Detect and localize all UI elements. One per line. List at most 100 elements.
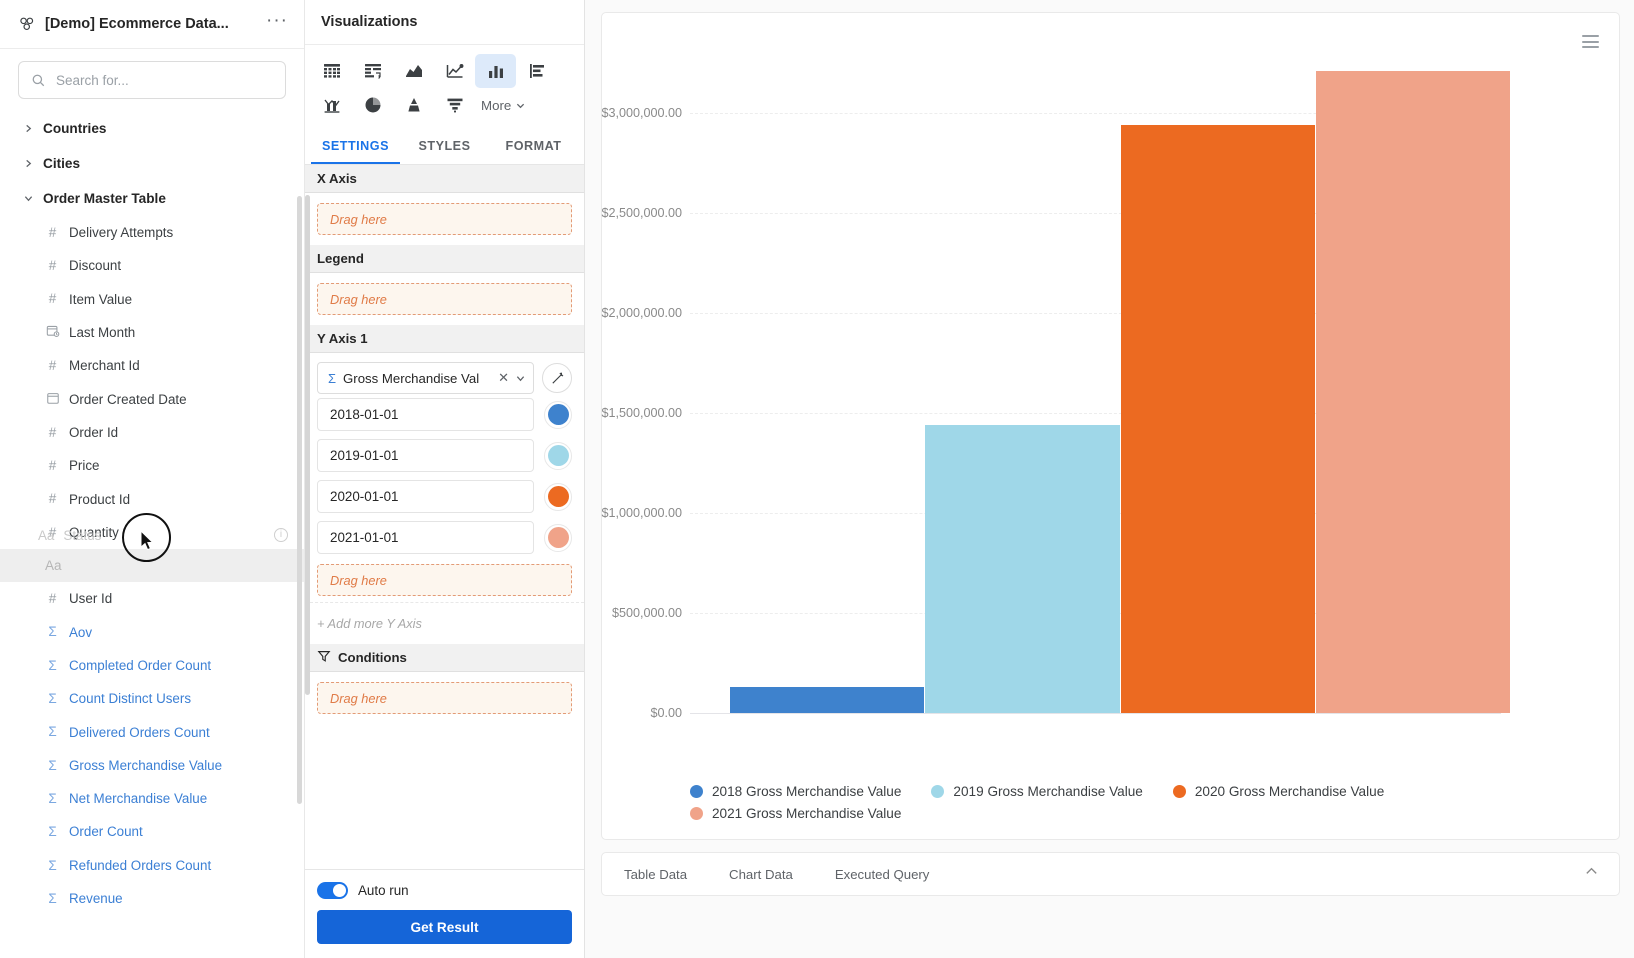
field-discount[interactable]: #Discount xyxy=(0,249,304,282)
series-value-2020[interactable]: 2020-01-01 xyxy=(317,480,534,513)
color-swatch xyxy=(548,527,569,548)
series-value-2018[interactable]: 2018-01-01 xyxy=(317,398,534,431)
field-user-id[interactable]: #User Id xyxy=(0,582,304,615)
chart-type-line-chart[interactable] xyxy=(434,54,475,88)
auto-run-toggle[interactable] xyxy=(317,882,348,899)
search-input[interactable] xyxy=(56,73,273,88)
chart-type-table[interactable] xyxy=(311,54,352,88)
bar-2[interactable] xyxy=(1121,125,1315,713)
field-refunded-orders-count[interactable]: ΣRefunded Orders Count xyxy=(0,849,304,882)
close-icon[interactable]: ✕ xyxy=(498,370,509,386)
field-merchant-id[interactable]: #Merchant Id xyxy=(0,349,304,382)
dataset-sidebar: [Demo] Ecommerce Data... ··· Countries C… xyxy=(0,0,305,958)
chart-type-area-chart[interactable] xyxy=(393,54,434,88)
conditions-dropzone[interactable]: Drag here xyxy=(317,682,572,714)
info-icon[interactable]: i xyxy=(274,528,288,542)
field-revenue[interactable]: ΣRevenue xyxy=(0,882,304,915)
tree-group-cities[interactable]: Cities xyxy=(0,146,304,181)
legend-item-2018[interactable]: 2018 Gross Merchandise Value xyxy=(690,784,901,799)
field-aov[interactable]: ΣAov xyxy=(0,616,304,649)
x-axis-body: Drag here xyxy=(305,193,584,245)
series-color-2019[interactable] xyxy=(544,442,572,470)
field-label: Product Id xyxy=(69,492,130,507)
viz-panel-scrollbar[interactable] xyxy=(305,195,310,695)
field-order-created-date[interactable]: Order Created Date xyxy=(0,382,304,415)
toggle-knob xyxy=(333,884,346,897)
section-conditions-header: Conditions xyxy=(305,644,584,672)
datasource-more-button[interactable]: ··· xyxy=(266,17,288,32)
tab-format[interactable]: FORMAT xyxy=(489,131,578,164)
field-net-merchandise-value[interactable]: ΣNet Merchandise Value xyxy=(0,782,304,815)
calendar-clock-icon xyxy=(45,324,60,341)
tree-group-countries[interactable]: Countries xyxy=(0,111,304,146)
chart-type-row-1 xyxy=(311,54,578,88)
series-value-2019[interactable]: 2019-01-01 xyxy=(317,439,534,472)
y-axis-settings-button[interactable] xyxy=(542,363,572,393)
field-item-value[interactable]: #Item Value xyxy=(0,283,304,316)
chevron-up-icon[interactable] xyxy=(1584,864,1599,884)
y-axis-tick-label: $2,000,000.00 xyxy=(552,306,682,320)
field-tree: Countries Cities Order Master Table #Del… xyxy=(0,109,304,949)
field-delivered-orders-count[interactable]: ΣDelivered Orders Count xyxy=(0,715,304,748)
field-completed-order-count[interactable]: ΣCompleted Order Count xyxy=(0,649,304,682)
tree-group-label: Cities xyxy=(43,156,80,171)
field-label: Refunded Orders Count xyxy=(69,858,211,873)
series-row-2019: 2019-01-01 xyxy=(305,435,584,476)
field-label: Item Value xyxy=(69,292,132,307)
chart-type-picker: More xyxy=(305,45,584,124)
y-axis-dropzone[interactable]: Drag here xyxy=(317,564,572,596)
chart-type-pivot-table[interactable] xyxy=(352,54,393,88)
chart-type-column-chart[interactable] xyxy=(475,54,516,88)
chart-type-pyramid-chart[interactable] xyxy=(393,88,434,122)
series-color-2021[interactable] xyxy=(544,524,572,552)
field-order-count[interactable]: ΣOrder Count xyxy=(0,815,304,848)
wand-icon xyxy=(550,371,565,386)
get-result-button[interactable]: Get Result xyxy=(317,910,572,944)
number-icon: # xyxy=(45,426,60,440)
bottom-tab-chart-data[interactable]: Chart Data xyxy=(729,867,793,882)
section-y-axis-1-header: Y Axis 1 xyxy=(305,325,584,353)
field-gross-merchandise-value[interactable]: ΣGross Merchandise Value xyxy=(0,749,304,782)
series-value-2021[interactable]: 2021-01-01 xyxy=(317,521,534,554)
search-box[interactable] xyxy=(18,61,286,99)
viz-footer: Auto run Get Result xyxy=(305,869,584,958)
bar-1[interactable] xyxy=(925,425,1119,713)
y-axis-tick-label: $0.00 xyxy=(552,706,682,720)
y-axis-field-pill[interactable]: Σ Gross Merchandise Val ✕ xyxy=(317,362,534,394)
bar-3[interactable] xyxy=(1316,71,1510,713)
add-more-y-axis-button[interactable]: + Add more Y Axis xyxy=(305,602,584,644)
field-delivery-attempts[interactable]: #Delivery Attempts xyxy=(0,216,304,249)
chart-type-more-button[interactable]: More xyxy=(481,98,525,113)
tab-styles[interactable]: STYLES xyxy=(400,131,489,164)
legend-item-2021[interactable]: 2021 Gross Merchandise Value xyxy=(690,806,901,821)
visualizations-title: Visualizations xyxy=(305,0,584,45)
x-axis-dropzone[interactable]: Drag here xyxy=(317,203,572,235)
legend-item-2020[interactable]: 2020 Gross Merchandise Value xyxy=(1173,784,1384,799)
legend-dropzone[interactable]: Drag here xyxy=(317,283,572,315)
conditions-body: Drag here xyxy=(305,672,584,724)
auto-run-label: Auto run xyxy=(358,883,409,898)
field-last-month[interactable]: Last Month xyxy=(0,316,304,349)
tab-settings[interactable]: SETTINGS xyxy=(311,131,400,164)
sidebar-scrollbar[interactable] xyxy=(297,196,302,804)
field-quantity[interactable]: #Quantity xyxy=(0,516,304,549)
bottom-tab-table-data[interactable]: Table Data xyxy=(624,867,687,882)
field-count-distinct-users[interactable]: ΣCount Distinct Users xyxy=(0,682,304,715)
y-axis-tick-label: $2,500,000.00 xyxy=(552,206,682,220)
field-product-id[interactable]: #Product Id xyxy=(0,482,304,515)
chart-type-combo-chart[interactable] xyxy=(311,88,352,122)
field-status[interactable]: Aa xyxy=(0,549,304,582)
sigma-icon: Σ xyxy=(45,625,60,639)
field-price[interactable]: #Price xyxy=(0,449,304,482)
tree-group-order-master-table[interactable]: Order Master Table xyxy=(0,181,304,216)
legend-item-2019[interactable]: 2019 Gross Merchandise Value xyxy=(931,784,1142,799)
bottom-tab-executed-query[interactable]: Executed Query xyxy=(835,867,930,882)
y-axis-field-row: Σ Gross Merchandise Val ✕ xyxy=(305,362,584,394)
chart-type-funnel-chart[interactable] xyxy=(434,88,475,122)
field-order-id[interactable]: #Order Id xyxy=(0,416,304,449)
bar-0[interactable] xyxy=(730,687,924,713)
chevron-right-icon xyxy=(24,159,33,168)
chevron-down-icon[interactable] xyxy=(516,374,525,383)
chart-type-pie-chart[interactable] xyxy=(352,88,393,122)
chart-type-bar-chart[interactable] xyxy=(516,54,557,88)
